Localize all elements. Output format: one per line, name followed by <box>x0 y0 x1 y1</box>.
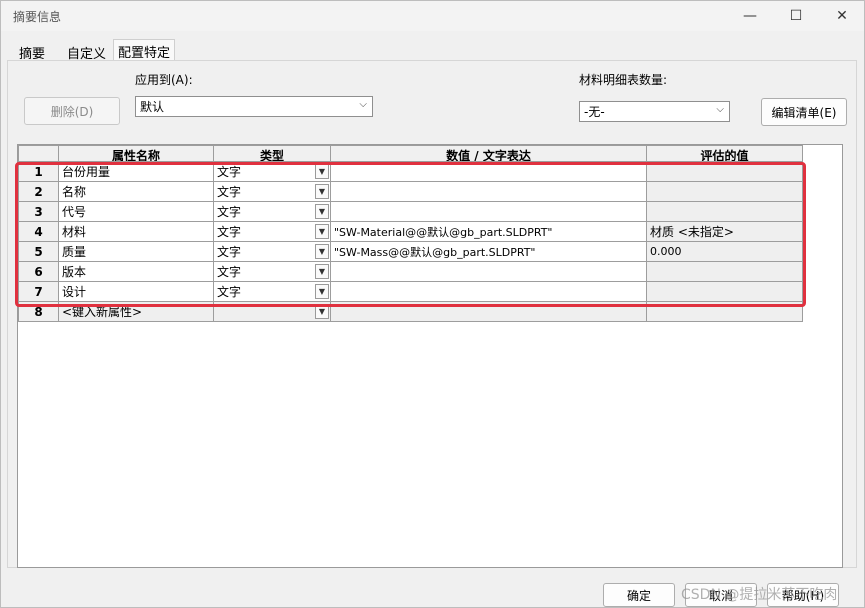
window-title: 摘要信息 <box>13 10 62 24</box>
table-row: 5 质量 文字 ▼ "SW-Mass@@默认@gb_part.SLDPRT" 0.… <box>18 241 803 262</box>
type-value: 文字 <box>217 165 242 179</box>
corner-cell <box>18 145 59 162</box>
apply-to-select[interactable]: 默认 ⌵ <box>135 96 373 117</box>
type-cell[interactable]: ▼ <box>213 301 331 322</box>
tab-summary[interactable]: 摘要 <box>15 41 49 62</box>
bom-quantity-label: 材料明细表数量: <box>579 73 668 87</box>
header-evaluated-value[interactable]: 评估的值 <box>646 145 803 162</box>
row-number[interactable]: 5 <box>18 241 59 262</box>
new-property-cell[interactable]: <键入新属性> <box>58 301 214 322</box>
type-cell[interactable]: 文字 ▼ <box>213 181 331 202</box>
table-row: 7 设计 文字 ▼ <box>18 281 803 302</box>
type-cell[interactable]: 文字 ▼ <box>213 161 331 182</box>
evaluated-value-cell: 材质 <未指定> <box>646 221 803 242</box>
evaluated-value-cell <box>646 201 803 222</box>
property-name-cell[interactable]: 材料 <box>58 221 214 242</box>
title-bar: 摘要信息 — ☐ ✕ <box>1 1 864 31</box>
evaluated-value-cell: 0.000 <box>646 241 803 262</box>
property-name-cell[interactable]: 版本 <box>58 261 214 282</box>
type-cell[interactable]: 文字 ▼ <box>213 281 331 302</box>
row-number[interactable]: 2 <box>18 181 59 202</box>
row-number[interactable]: 6 <box>18 261 59 282</box>
close-button[interactable]: ✕ <box>819 1 865 31</box>
type-value: 文字 <box>217 265 242 279</box>
chevron-down-icon: ⌵ <box>359 99 367 110</box>
type-value: 文字 <box>217 185 242 199</box>
table-row: 4 材料 文字 ▼ "SW-Material@@默认@gb_part.SLDPRT… <box>18 221 803 242</box>
value-expression-cell[interactable] <box>330 261 647 282</box>
table-row: 3 代号 文字 ▼ <box>18 201 803 222</box>
dropdown-arrow-icon[interactable]: ▼ <box>315 204 329 219</box>
properties-grid: 属性名称 类型 数值 / 文字表达 评估的值 1 台份用量 文字 ▼ 2 名称 文… <box>17 144 843 568</box>
property-name-cell[interactable]: 代号 <box>58 201 214 222</box>
table-row: 2 名称 文字 ▼ <box>18 181 803 202</box>
properties-table: 属性名称 类型 数值 / 文字表达 评估的值 1 台份用量 文字 ▼ 2 名称 文… <box>18 145 803 322</box>
apply-to-value: 默认 <box>140 100 165 114</box>
evaluated-value-cell <box>646 161 803 182</box>
row-number[interactable]: 8 <box>18 301 59 322</box>
table-header-row: 属性名称 类型 数值 / 文字表达 评估的值 <box>18 145 803 162</box>
table-row: 6 版本 文字 ▼ <box>18 261 803 282</box>
dropdown-arrow-icon[interactable]: ▼ <box>315 164 329 179</box>
summary-info-dialog: 摘要信息 — ☐ ✕ 摘要 自定义 配置特定 应用到(A): 默认 ⌵ 删除(D… <box>0 0 865 608</box>
property-name-cell[interactable]: 质量 <box>58 241 214 262</box>
property-name-cell[interactable]: 名称 <box>58 181 214 202</box>
watermark: CSDN @提拉米苏不吃肉 <box>681 587 838 603</box>
dropdown-arrow-icon[interactable]: ▼ <box>315 304 329 319</box>
row-number[interactable]: 1 <box>18 161 59 182</box>
dropdown-arrow-icon[interactable]: ▼ <box>315 184 329 199</box>
type-value: 文字 <box>217 205 242 219</box>
dropdown-arrow-icon[interactable]: ▼ <box>315 244 329 259</box>
row-number[interactable]: 7 <box>18 281 59 302</box>
type-value: 文字 <box>217 245 242 259</box>
type-value: 文字 <box>217 225 242 239</box>
dropdown-arrow-icon[interactable]: ▼ <box>315 264 329 279</box>
header-value-expression[interactable]: 数值 / 文字表达 <box>330 145 647 162</box>
value-expression-cell[interactable] <box>330 301 647 322</box>
type-cell[interactable]: 文字 ▼ <box>213 261 331 282</box>
row-number[interactable]: 4 <box>18 221 59 242</box>
header-property-name[interactable]: 属性名称 <box>58 145 214 162</box>
dropdown-arrow-icon[interactable]: ▼ <box>315 224 329 239</box>
value-expression-cell[interactable]: "SW-Mass@@默认@gb_part.SLDPRT" <box>330 241 647 262</box>
delete-button[interactable]: 删除(D) <box>24 97 120 125</box>
chevron-down-icon: ⌵ <box>716 104 724 115</box>
evaluated-value-cell <box>646 301 803 322</box>
evaluated-value-cell <box>646 181 803 202</box>
value-expression-cell[interactable] <box>330 181 647 202</box>
header-type[interactable]: 类型 <box>213 145 331 162</box>
dropdown-arrow-icon[interactable]: ▼ <box>315 284 329 299</box>
evaluated-value-cell <box>646 281 803 302</box>
property-name-cell[interactable]: 台份用量 <box>58 161 214 182</box>
maximize-button[interactable]: ☐ <box>773 1 819 31</box>
value-expression-cell[interactable] <box>330 281 647 302</box>
evaluated-value-cell <box>646 261 803 282</box>
bom-quantity-value: -无- <box>584 105 605 119</box>
apply-to-label: 应用到(A): <box>135 73 193 87</box>
table-row: 1 台份用量 文字 ▼ <box>18 161 803 182</box>
edit-list-button[interactable]: 编辑清单(E) <box>761 98 847 126</box>
table-row-new-property: 8 <键入新属性> ▼ <box>18 301 803 322</box>
type-cell[interactable]: 文字 ▼ <box>213 221 331 242</box>
value-expression-cell[interactable] <box>330 161 647 182</box>
type-cell[interactable]: 文字 ▼ <box>213 201 331 222</box>
value-expression-cell[interactable]: "SW-Material@@默认@gb_part.SLDPRT" <box>330 221 647 242</box>
value-expression-cell[interactable] <box>330 201 647 222</box>
row-number[interactable]: 3 <box>18 201 59 222</box>
tab-configuration-specific[interactable]: 配置特定 <box>113 39 176 61</box>
minimize-button[interactable]: — <box>727 1 773 31</box>
tab-custom[interactable]: 自定义 <box>63 41 110 62</box>
bom-quantity-select[interactable]: -无- ⌵ <box>579 101 730 122</box>
type-cell[interactable]: 文字 ▼ <box>213 241 331 262</box>
property-name-cell[interactable]: 设计 <box>58 281 214 302</box>
ok-button[interactable]: 确定 <box>603 583 675 607</box>
type-value: 文字 <box>217 285 242 299</box>
